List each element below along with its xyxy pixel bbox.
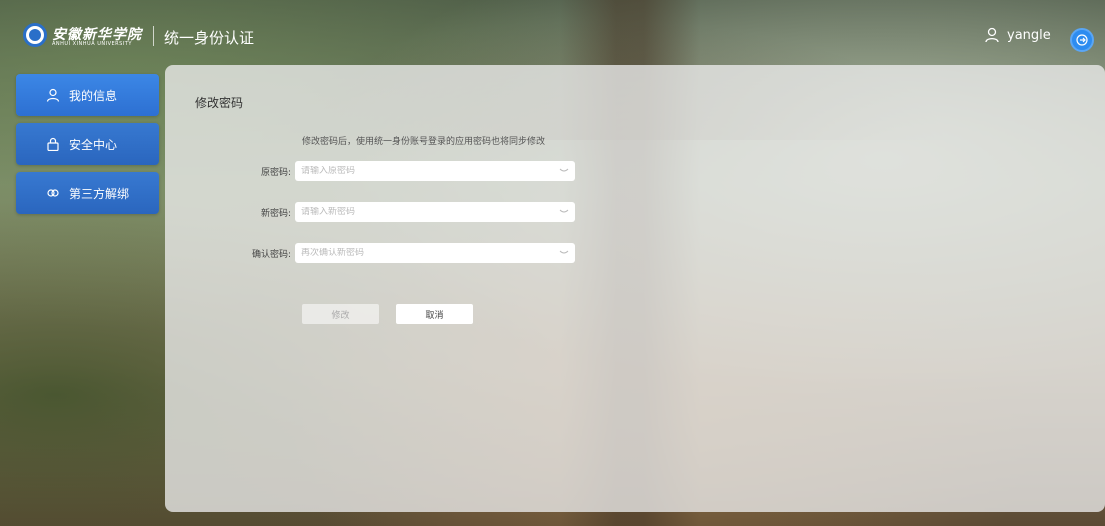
- submit-button[interactable]: 修改: [302, 304, 379, 324]
- sidebar-item-label: 安全中心: [69, 137, 118, 152]
- old-password-row: 原密码:: [165, 161, 575, 181]
- new-password-label: 新密码:: [260, 208, 291, 219]
- confirm-password-label: 确认密码:: [251, 249, 291, 260]
- logout-icon: [1076, 34, 1088, 46]
- lock-icon: [47, 137, 59, 151]
- page-title: 修改密码: [195, 96, 244, 110]
- user-icon: [985, 27, 999, 43]
- sidebar: 我的信息 安全中心 第三方解绑: [16, 74, 159, 221]
- header-divider: [153, 26, 154, 46]
- system-title: 统一身份认证: [164, 29, 255, 47]
- cancel-button[interactable]: 取消: [396, 304, 473, 324]
- old-password-input[interactable]: [301, 166, 551, 176]
- eye-closed-icon[interactable]: [559, 167, 569, 175]
- user-menu[interactable]: yangle: [985, 27, 1051, 43]
- username: yangle: [1007, 27, 1051, 43]
- confirm-password-row: 确认密码:: [165, 243, 575, 263]
- sidebar-item-my-info[interactable]: 我的信息: [16, 74, 159, 116]
- sidebar-item-label: 我的信息: [69, 88, 118, 103]
- sidebar-item-security[interactable]: 安全中心: [16, 123, 159, 165]
- eye-closed-icon[interactable]: [559, 208, 569, 216]
- sidebar-item-label: 第三方解绑: [69, 186, 130, 201]
- confirm-password-input[interactable]: [301, 248, 551, 258]
- eye-closed-icon[interactable]: [559, 249, 569, 257]
- new-password-input[interactable]: [301, 207, 551, 217]
- link-icon: [47, 189, 59, 197]
- change-password-panel: 修改密码 修改密码后，使用统一身份账号登录的应用密码也将同步修改 原密码: 新密…: [165, 65, 1105, 512]
- user-icon: [46, 88, 60, 102]
- confirm-password-field-wrapper: [295, 243, 575, 263]
- logout-button[interactable]: [1070, 28, 1094, 52]
- old-password-label: 原密码:: [260, 167, 291, 178]
- new-password-row: 新密码:: [165, 202, 575, 222]
- new-password-field-wrapper: [295, 202, 575, 222]
- logo-subtitle: ANHUI XINHUA UNIVERSITY: [52, 41, 132, 47]
- password-change-notice: 修改密码后，使用统一身份账号登录的应用密码也将同步修改: [302, 137, 546, 147]
- sidebar-item-third-party-unbind[interactable]: 第三方解绑: [16, 172, 159, 214]
- header: 安徽新华学院 ANHUI XINHUA UNIVERSITY 统一身份认证 ya…: [0, 0, 1105, 64]
- university-logo-icon: [23, 23, 47, 47]
- old-password-field-wrapper: [295, 161, 575, 181]
